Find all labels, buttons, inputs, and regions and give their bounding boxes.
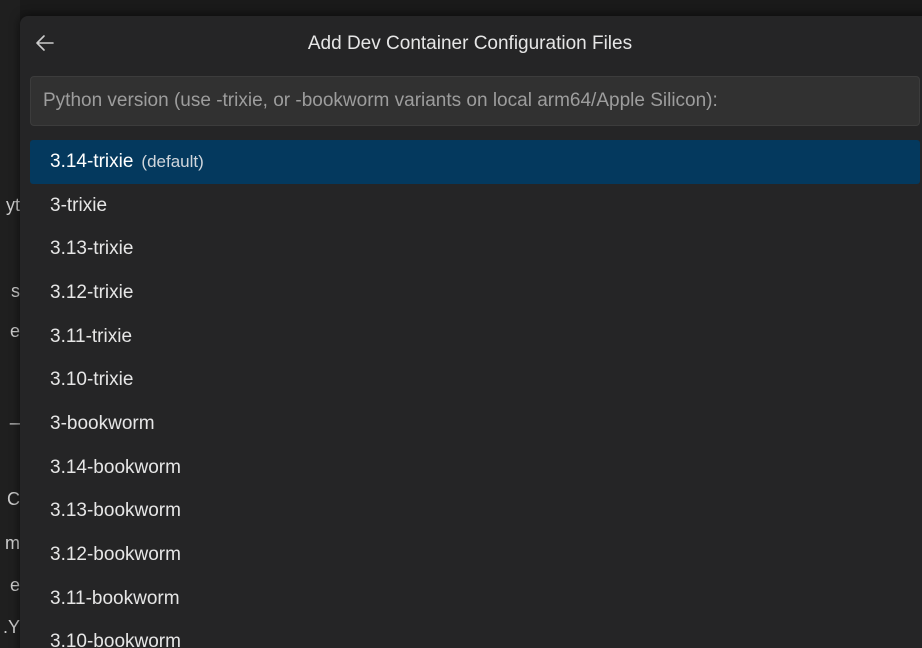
list-item[interactable]: 3-trixie (30, 184, 920, 228)
list-item-label: 3.10-bookworm (50, 631, 181, 648)
editor-text-fragment: Y. (2, 617, 20, 637)
list-item-label: 3.13-bookworm (50, 500, 181, 522)
list-item[interactable]: 3.14-trixie (default) (30, 140, 920, 184)
list-item[interactable]: 3.11-trixie (30, 315, 920, 359)
list-item-label: 3-bookworm (50, 412, 155, 434)
editor-background: yt s e _ C m e Y. (0, 0, 20, 648)
list-item[interactable]: 3.13-bookworm (30, 490, 920, 534)
title-bar-strip (0, 0, 922, 10)
editor-text-fragment: e (9, 575, 20, 595)
list-item[interactable]: 3.10-bookworm (30, 621, 920, 648)
list-item[interactable]: 3.12-bookworm (30, 533, 920, 577)
editor-text-fragment: yt (5, 195, 20, 215)
quick-pick-panel: Add Dev Container Configuration Files 3.… (20, 16, 922, 648)
list-item-label: 3.13-trixie (50, 238, 134, 260)
list-item-label: 3.11-trixie (50, 325, 133, 347)
list-item[interactable]: 3.10-trixie (30, 358, 920, 402)
list-item-description: (default) (141, 151, 204, 171)
list-item[interactable]: 3-bookworm (30, 402, 920, 446)
python-version-input[interactable] (30, 76, 920, 126)
list-item-label: 3.10-trixie (50, 369, 134, 391)
editor-text-fragment: e (9, 321, 20, 341)
vscode-window: yt s e _ C m e Y. Add Dev Container Conf… (0, 0, 922, 648)
quick-pick-list: 3.14-trixie (default) 3-trixie 3.13-trixie 3… (30, 140, 920, 648)
list-item[interactable]: 3.13-trixie (30, 227, 920, 271)
list-item[interactable]: 3.12-trixie (30, 271, 920, 315)
quick-pick-title: Add Dev Container Configuration Files (307, 33, 633, 54)
editor-text-fragment: C (7, 489, 20, 509)
editor-text-fragment: m (5, 533, 20, 553)
list-item-label: 3.14-trixie (50, 150, 134, 172)
list-item-label: 3.12-trixie (50, 281, 134, 303)
list-item-label: 3-trixie (50, 194, 108, 216)
list-item-label: 3.12-bookworm (50, 544, 181, 566)
list-item-label: 3.14-bookworm (50, 456, 181, 478)
list-item[interactable]: 3.11-bookworm (30, 577, 920, 621)
editor-text-fragment: s (11, 281, 20, 301)
list-item[interactable]: 3.14-bookworm (30, 446, 920, 490)
list-item-label: 3.11-bookworm (50, 587, 180, 609)
quick-pick-header: Add Dev Container Configuration Files (20, 16, 922, 74)
editor-text-fragment: _ (9, 405, 20, 425)
